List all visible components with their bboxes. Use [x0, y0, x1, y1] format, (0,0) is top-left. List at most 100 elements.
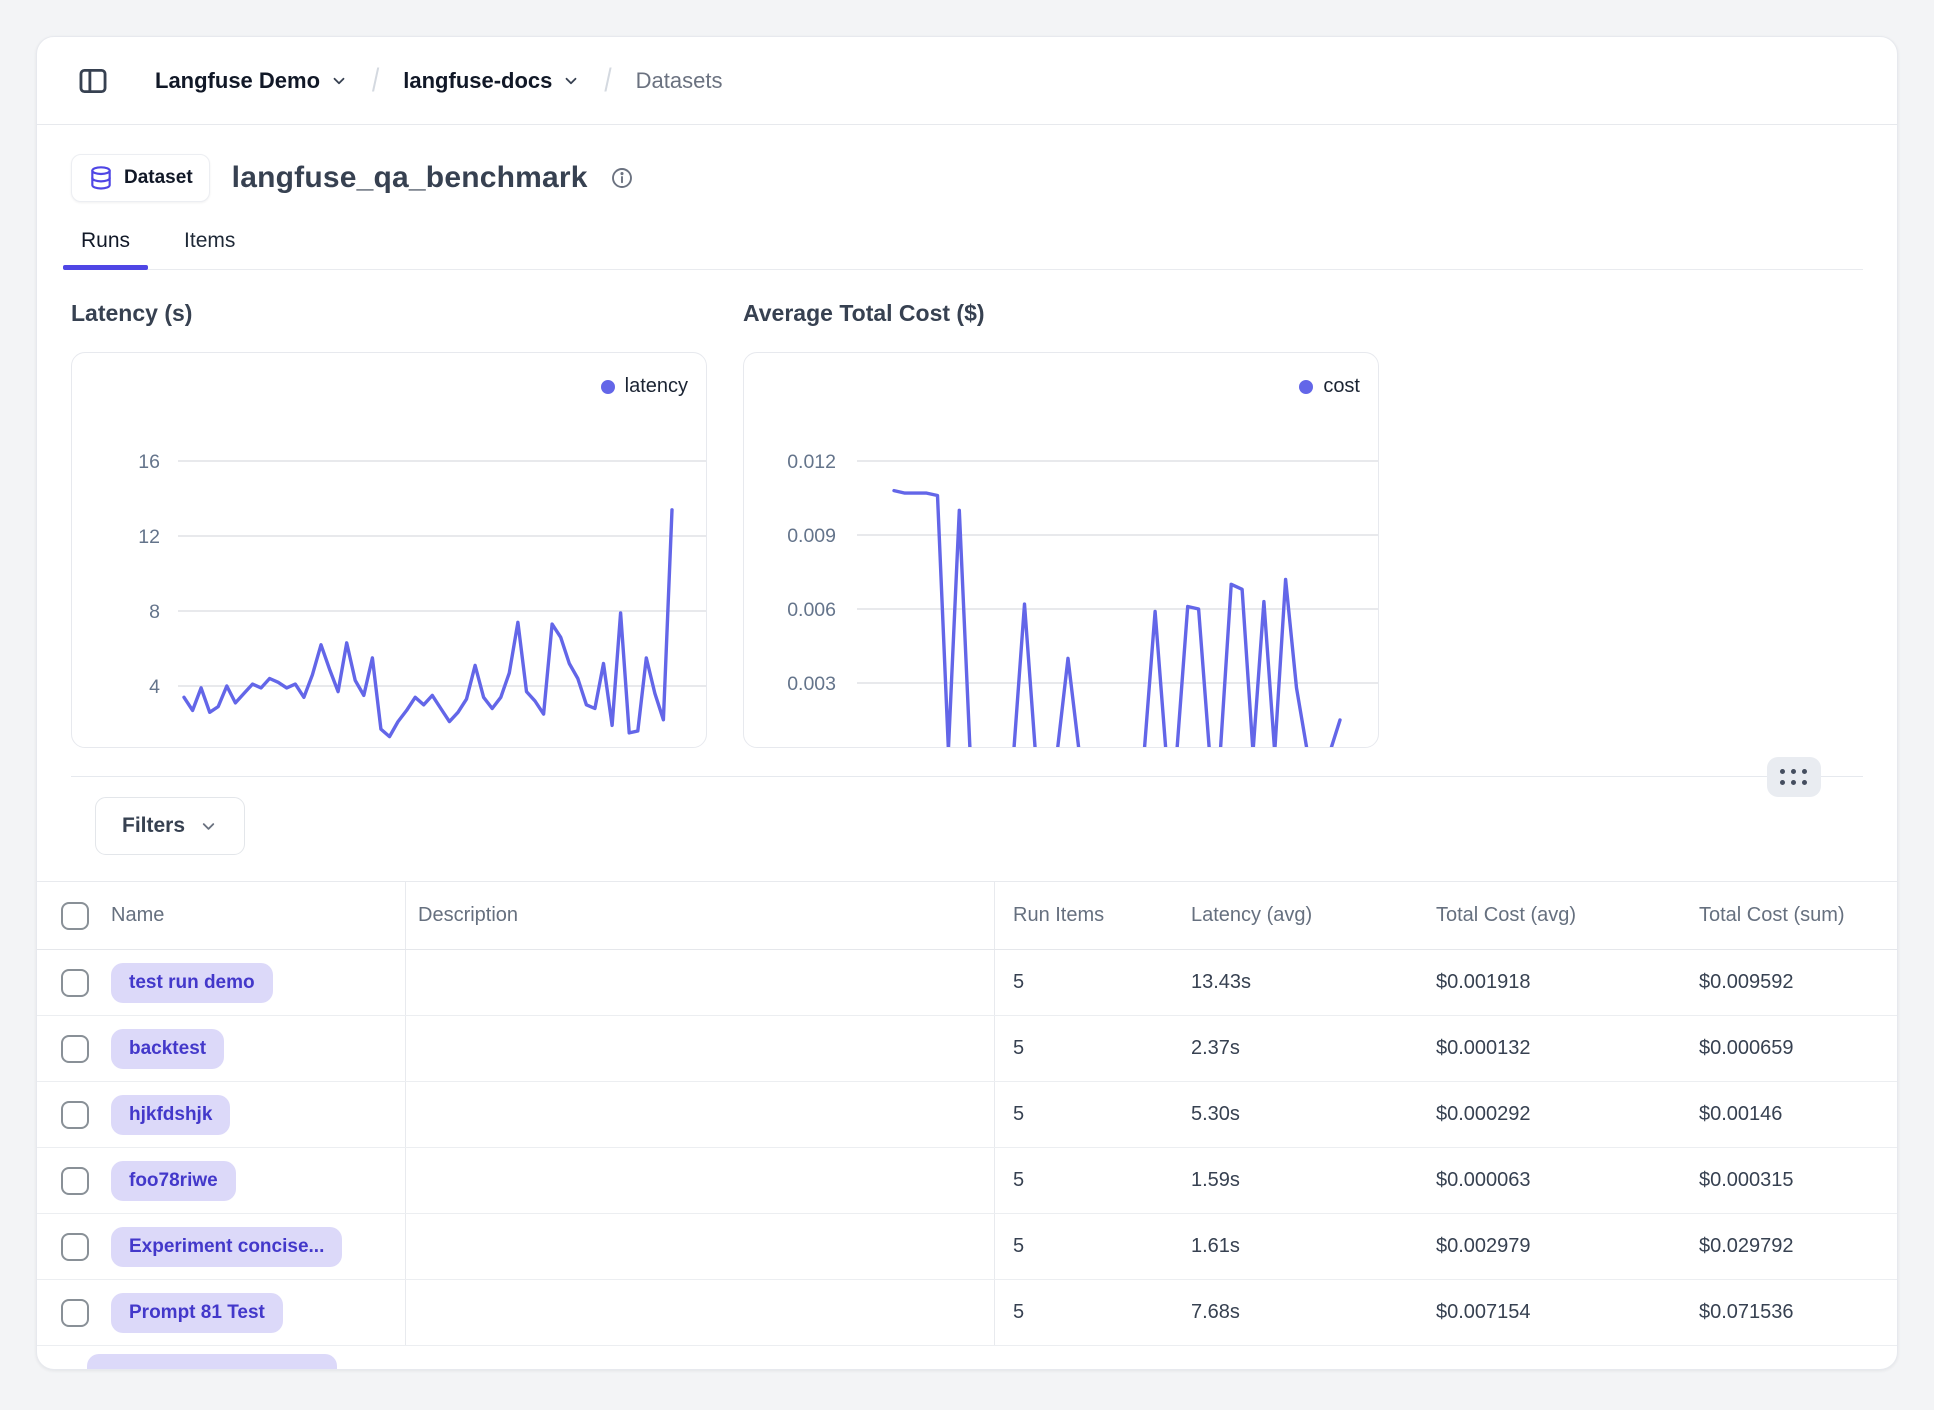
- cell-latency-avg: 1.61s: [1173, 1214, 1418, 1279]
- cell-total-cost-avg: $0.007154: [1418, 1280, 1681, 1345]
- cell-total-cost-sum: $0.029792: [1681, 1214, 1897, 1279]
- resize-grip-handle[interactable]: [1767, 757, 1821, 797]
- breadcrumb-org-dropdown[interactable]: Langfuse Demo: [155, 68, 348, 94]
- cell-latency-avg: 7.68s: [1173, 1280, 1418, 1345]
- charts-section: Latency (s) latency 481216 Average Total…: [71, 300, 1863, 748]
- svg-text:0.009: 0.009: [787, 525, 836, 547]
- table-row[interactable]: hjkfdshjk 55.30s$0.000292$0.00146: [37, 1082, 1897, 1148]
- cost-chart-svg: 0.003 0.006 0.009 0.012: [744, 353, 1379, 748]
- cost-chart-legend: cost: [1299, 375, 1360, 398]
- latency-chart-title: Latency (s): [71, 300, 707, 332]
- svg-text:4: 4: [149, 676, 160, 698]
- latency-chart-card: latency 481216: [71, 352, 707, 748]
- cell-description: [405, 1280, 994, 1345]
- cell-description: [405, 1016, 994, 1081]
- breadcrumb-org-label: Langfuse Demo: [155, 68, 320, 94]
- svg-text:16: 16: [138, 451, 160, 473]
- row-checkbox[interactable]: [61, 1167, 89, 1195]
- column-header-name: Name: [111, 904, 164, 927]
- column-header-description: Description: [405, 882, 994, 949]
- tab-runs[interactable]: Runs: [71, 229, 140, 269]
- latency-chart-legend: latency: [601, 375, 688, 398]
- sidebar-panel-icon: [76, 64, 110, 98]
- cell-run-items: 5: [994, 1082, 1173, 1147]
- cell-total-cost-avg: $0.000063: [1418, 1148, 1681, 1213]
- cell-total-cost-avg: $0.000292: [1418, 1082, 1681, 1147]
- table-row[interactable]: backtest 52.37s$0.000132$0.000659: [37, 1016, 1897, 1082]
- run-name-badge[interactable]: hjkfdshjk: [111, 1095, 230, 1135]
- info-icon[interactable]: [610, 166, 634, 190]
- column-header-total-cost-avg: Total Cost (avg): [1418, 882, 1681, 949]
- svg-text:0.003: 0.003: [787, 673, 836, 695]
- filters-button[interactable]: Filters: [95, 797, 245, 855]
- table-header-row: Name Description Run Items Latency (avg)…: [37, 882, 1897, 950]
- column-header-run-items: Run Items: [994, 882, 1173, 949]
- run-name-badge[interactable]: foo78riwe: [111, 1161, 236, 1201]
- run-name-badge[interactable]: test run demo: [111, 963, 273, 1003]
- cell-total-cost-sum: $0.00146: [1681, 1082, 1897, 1147]
- cell-description: [405, 1148, 994, 1213]
- table-body: test run demo513.43s$0.001918$0.009592ba…: [37, 950, 1897, 1370]
- dataset-badge-label: Dataset: [124, 167, 193, 189]
- run-name-badge[interactable]: backtest: [111, 1029, 224, 1069]
- main-panel: Langfuse Demo / langfuse-docs / Datasets…: [36, 36, 1898, 1370]
- legend-dot-icon: [1299, 380, 1313, 394]
- run-name-badge[interactable]: Experiment concise...: [111, 1227, 342, 1267]
- breadcrumb-separator: /: [604, 61, 611, 100]
- row-checkbox[interactable]: [61, 1299, 89, 1327]
- legend-label: latency: [625, 375, 688, 398]
- sidebar-toggle-button[interactable]: [73, 61, 113, 101]
- cell-total-cost-avg: $0.000132: [1418, 1016, 1681, 1081]
- run-name-badge[interactable]: [87, 1354, 337, 1370]
- cell-latency-avg: 1.59s: [1173, 1148, 1418, 1213]
- table-row[interactable]: Experiment concise... 51.61s$0.002979$0.0…: [37, 1214, 1897, 1280]
- legend-label: cost: [1323, 375, 1360, 398]
- cell-description: [405, 1214, 994, 1279]
- select-all-checkbox[interactable]: [61, 902, 89, 930]
- column-header-latency-avg: Latency (avg): [1173, 882, 1418, 949]
- latency-chart-svg: 481216: [72, 353, 707, 748]
- legend-dot-icon: [601, 380, 615, 394]
- cell-description: [405, 950, 994, 1015]
- section-divider: [71, 776, 1863, 777]
- cell-run-items: 5: [994, 1016, 1173, 1081]
- dataset-type-badge: Dataset: [71, 154, 210, 202]
- row-checkbox[interactable]: [61, 1035, 89, 1063]
- table-row[interactable]: test run demo513.43s$0.001918$0.009592: [37, 950, 1897, 1016]
- breadcrumb-separator: /: [372, 61, 379, 100]
- row-checkbox[interactable]: [61, 969, 89, 997]
- cell-run-items: 5: [994, 1214, 1173, 1279]
- cell-latency-avg: 13.43s: [1173, 950, 1418, 1015]
- cost-chart-card: cost 0.003 0.006 0.009 0.012: [743, 352, 1379, 748]
- breadcrumb-project-dropdown[interactable]: langfuse-docs: [403, 68, 580, 94]
- breadcrumb: Langfuse Demo / langfuse-docs / Datasets: [37, 37, 1897, 125]
- column-header-total-cost-sum: Total Cost (sum): [1681, 882, 1897, 949]
- table-row[interactable]: Prompt 81 Test57.68s$0.007154$0.071536: [37, 1280, 1897, 1346]
- cell-total-cost-avg: $0.001918: [1418, 950, 1681, 1015]
- svg-text:8: 8: [149, 601, 160, 623]
- table-row[interactable]: foo78riwe 51.59s$0.000063$0.000315: [37, 1148, 1897, 1214]
- cell-run-items: 5: [994, 1148, 1173, 1213]
- table-row-partial[interactable]: [37, 1346, 1897, 1370]
- runs-table: Name Description Run Items Latency (avg)…: [37, 881, 1897, 1370]
- filters-button-label: Filters: [122, 814, 185, 838]
- cell-run-items: 5: [994, 950, 1173, 1015]
- grip-dots-icon: [1780, 769, 1808, 786]
- breadcrumb-current-page: Datasets: [636, 68, 723, 94]
- chevron-down-icon: [199, 817, 218, 836]
- svg-text:0.006: 0.006: [787, 599, 836, 621]
- run-name-badge[interactable]: Prompt 81 Test: [111, 1293, 283, 1333]
- cell-total-cost-avg: $0.002979: [1418, 1214, 1681, 1279]
- cell-latency-avg: 2.37s: [1173, 1016, 1418, 1081]
- cell-description: [405, 1082, 994, 1147]
- cell-total-cost-sum: $0.000315: [1681, 1148, 1897, 1213]
- chevron-down-icon: [330, 72, 348, 90]
- row-checkbox[interactable]: [61, 1233, 89, 1261]
- row-checkbox[interactable]: [61, 1101, 89, 1129]
- page-title: langfuse_qa_benchmark: [232, 161, 588, 195]
- cell-latency-avg: 5.30s: [1173, 1082, 1418, 1147]
- tab-items[interactable]: Items: [174, 229, 245, 269]
- tab-bar: Runs Items: [71, 229, 1863, 270]
- cell-total-cost-sum: $0.000659: [1681, 1016, 1897, 1081]
- svg-text:0.012: 0.012: [787, 451, 836, 473]
